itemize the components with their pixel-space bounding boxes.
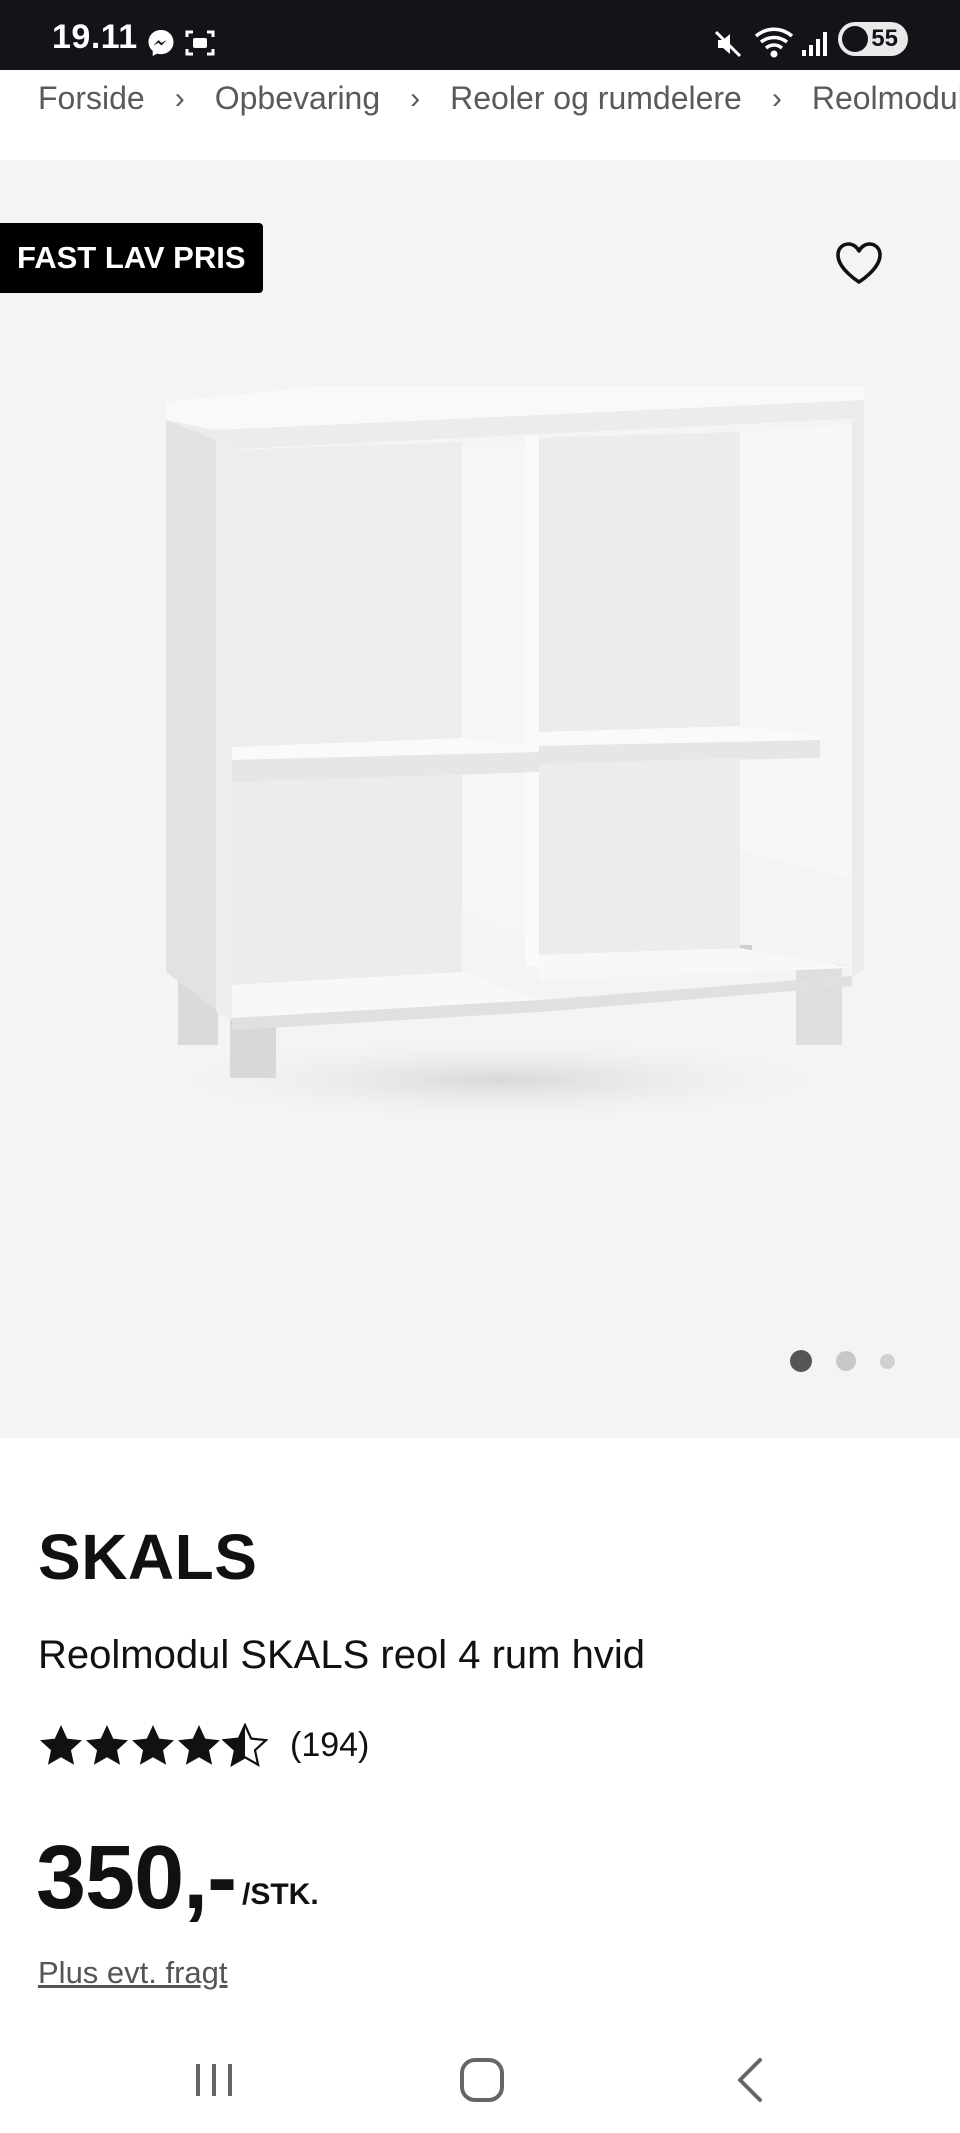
battery-level: 55 bbox=[871, 25, 898, 52]
star-full-icon bbox=[86, 1725, 128, 1765]
carousel-dot[interactable] bbox=[836, 1351, 856, 1371]
battery-icon: 55 bbox=[838, 22, 908, 56]
product-price: 350,- bbox=[36, 1828, 237, 1928]
product-image bbox=[140, 386, 864, 1125]
rating-count[interactable]: (194) bbox=[290, 1726, 369, 1765]
chevron-right-icon: › bbox=[410, 81, 421, 115]
star-full-icon bbox=[132, 1725, 174, 1765]
carousel-dot[interactable] bbox=[880, 1353, 895, 1369]
mute-icon bbox=[714, 30, 742, 58]
recent-apps-icon[interactable] bbox=[184, 2050, 244, 2110]
back-icon[interactable] bbox=[722, 2050, 782, 2110]
breadcrumb-item-opbevaring[interactable]: Opbevaring bbox=[215, 80, 380, 117]
breadcrumb-item-reoler[interactable]: Reoler og rumdelere bbox=[450, 80, 742, 117]
system-nav-bar bbox=[0, 2020, 960, 2133]
product-rating[interactable]: (194) bbox=[38, 1723, 369, 1767]
price-badge: FAST LAV PRIS bbox=[0, 223, 263, 293]
product-image-carousel[interactable]: FAST LAV PRIS bbox=[0, 160, 960, 1438]
chevron-right-icon: › bbox=[771, 81, 782, 115]
signal-icon bbox=[802, 32, 827, 56]
messenger-icon bbox=[148, 30, 174, 56]
breadcrumb-item-forside[interactable]: Forside bbox=[38, 80, 145, 117]
star-half-icon bbox=[222, 1723, 268, 1767]
status-time: 19.11 bbox=[52, 18, 138, 56]
home-icon[interactable] bbox=[452, 2050, 512, 2110]
breadcrumb: Forside › Opbevaring › Reoler og rumdele… bbox=[0, 70, 960, 160]
product-brand: SKALS bbox=[38, 1521, 258, 1593]
price-unit: /STK. bbox=[242, 1878, 319, 1911]
carousel-dot-active[interactable] bbox=[790, 1350, 812, 1372]
carousel-indicator bbox=[790, 1350, 919, 1372]
chevron-right-icon: › bbox=[174, 81, 185, 115]
star-full-icon bbox=[178, 1725, 220, 1765]
status-bar: 19.11 55 bbox=[0, 0, 960, 70]
wifi-icon bbox=[754, 27, 794, 58]
star-rating bbox=[38, 1723, 268, 1767]
breadcrumb-item-reolmodul[interactable]: Reolmodul bbox=[812, 80, 960, 117]
shipping-link[interactable]: Plus evt. fragt bbox=[38, 1955, 228, 1991]
heart-outline-icon[interactable] bbox=[834, 240, 884, 286]
star-full-icon bbox=[40, 1725, 82, 1765]
screenshot-icon bbox=[185, 30, 215, 56]
product-name: Reolmodul SKALS reol 4 rum hvid bbox=[38, 1633, 645, 1677]
